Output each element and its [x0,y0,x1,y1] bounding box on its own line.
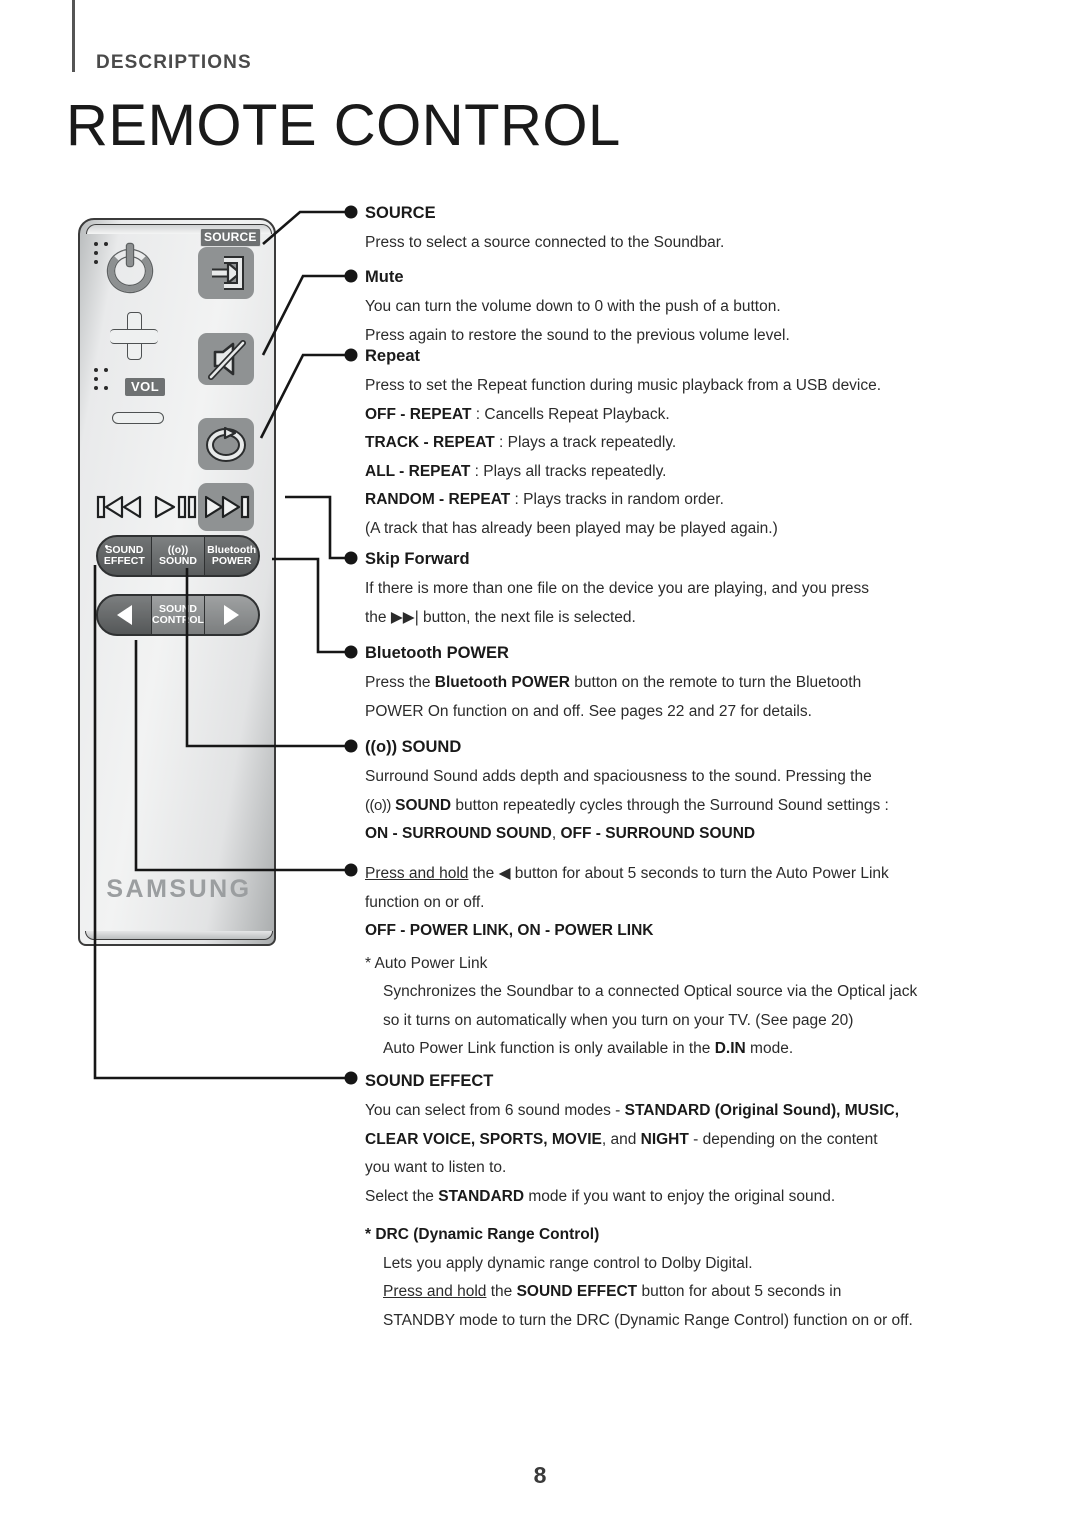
leader-dot-auto-power-link [344,863,358,877]
section-repeat: Repeat Press to set the Repeat function … [365,345,1005,543]
leader-dot-surround-sound [344,739,358,753]
sound-effect-indicator-dot [105,545,108,548]
sound-effect-line-3: you want to listen to. [365,1159,507,1176]
sound-control-key-line2: CONTROL [152,614,204,626]
sound-effect-line-7: Press and hold the SOUND EFFECT button f… [383,1283,842,1300]
source-badge-label: SOURCE [200,228,261,247]
source-key [198,247,254,299]
surround-sound-line-2: ((o)) SOUND button repeatedly cycles thr… [365,796,889,814]
sound-effect-line-2: CLEAR VOICE, SPORTS, MOVIE, and NIGHT - … [365,1130,878,1148]
remote-body: VOL SOURCE SOUND EFFECT ((o)) SOUND Blue… [78,218,276,946]
sound-effect-line-4: Select the STANDARD mode if you want to … [365,1187,836,1205]
mute-icon [208,340,246,380]
repeat-line-1: Press to set the Repeat function during … [365,377,882,394]
header-accent-rule [72,0,75,72]
source-icon [212,256,244,290]
samsung-logo: SAMSUNG [106,875,252,903]
section-sound-effect: SOUND EFFECT You can select from 6 sound… [365,1070,1005,1335]
remote-control-illustration: VOL SOURCE SOUND EFFECT ((o)) SOUND Blue… [78,218,276,958]
play-pause-icon [154,495,197,519]
section-bluetooth-power: Bluetooth POWER Press the Bluetooth POWE… [365,642,1005,726]
sound-control-left-key [98,596,152,634]
dot-cluster-vol-icon [92,368,112,396]
surround-sound-line-1: Surround Sound adds depth and spaciousne… [365,768,872,785]
leader-dot-mute [344,269,358,283]
bluetooth-power-heading: Bluetooth POWER [365,644,509,662]
auto-power-link-line-5: Synchronizes the Soundbar to a connected… [383,983,918,1000]
auto-power-link-line-4: * Auto Power Link [365,954,488,972]
repeat-line-3: TRACK - REPEAT : Plays a track repeatedl… [365,434,677,451]
surround-sound-heading: ((o)) SOUND [365,738,462,756]
skip-forward-line-2: the ▶▶| button, the next file is selecte… [365,608,636,626]
skip-forward-icon [205,495,250,519]
repeat-line-4: ALL - REPEAT : Plays all tracks repeated… [365,462,667,480]
repeat-heading: Repeat [365,347,421,365]
function-button-row-1: SOUND EFFECT ((o)) SOUND Bluetooth POWER [96,535,260,577]
remote-bottom-edge [85,931,273,940]
volume-up-icon [110,312,158,360]
section-source: SOURCE Press to select a source connecte… [365,202,1005,258]
surround-sound-key-line2: SOUND [159,555,197,567]
mute-line-1: You can turn the volume down to 0 with t… [365,298,781,315]
skip-forward-heading: Skip Forward [365,550,470,568]
mute-heading: Mute [365,268,404,286]
sound-effect-line-6: Lets you apply dynamic range control to … [383,1254,753,1272]
auto-power-link-line-7: Auto Power Link function is only availab… [383,1040,794,1057]
sound-control-key: SOUND CONTROL [151,596,206,634]
skip-backward-icon [96,495,142,519]
leader-dot-sound-effect [344,1071,358,1085]
repeat-line-5: RANDOM - REPEAT : Plays tracks in random… [365,491,724,508]
section-skip-forward: Skip Forward If there is more than one f… [365,548,1005,632]
page-number: 8 [533,1462,547,1488]
mute-key [198,333,254,385]
bluetooth-power-key-line2: POWER [211,555,252,567]
surround-sound-line-3: ON - SURROUND SOUND, OFF - SURROUND SOUN… [365,825,756,842]
sound-effect-line-5: * DRC (Dynamic Range Control) [365,1226,600,1243]
leader-dot-bluetooth-power [344,645,358,659]
section-eyebrow: DESCRIPTIONS [96,52,252,73]
power-icon [108,244,156,292]
source-heading: SOURCE [365,204,436,222]
volume-down-icon [112,412,164,424]
leader-dot-source [344,205,358,219]
bluetooth-power-line-2: POWER On function on and off. See pages … [365,702,812,720]
sound-effect-heading: SOUND EFFECT [365,1072,494,1090]
bluetooth-power-line-1: Press the Bluetooth POWER button on the … [365,674,862,691]
section-surround-sound: ((o)) SOUND Surround Sound adds depth an… [365,736,1005,849]
repeat-line-2: OFF - REPEAT : Cancells Repeat Playback. [365,405,670,423]
arrow-left-icon [116,605,132,625]
sound-effect-line-1: You can select from 6 sound modes - STAN… [365,1102,900,1119]
repeat-icon [206,426,246,462]
sound-effect-line-8: STANDBY mode to turn the DRC (Dynamic Ra… [383,1311,913,1329]
sound-effect-key: SOUND EFFECT [98,537,152,575]
auto-power-link-line-6: so it turns on automatically when you tu… [383,1011,854,1029]
section-auto-power-link: Press and hold the ◀ button for about 5 … [365,860,1005,1064]
repeat-line-6: (A track that has already been played ma… [365,519,778,537]
sound-effect-key-line2: EFFECT [103,555,145,567]
auto-power-link-line-2: function on or off. [365,893,485,911]
page-title: REMOTE CONTROL [66,93,621,158]
section-mute: Mute You can turn the volume down to 0 w… [365,266,1005,350]
bluetooth-power-key: Bluetooth POWER [205,537,258,575]
skip-forward-line-1: If there is more than one file on the de… [365,580,870,597]
repeat-key [198,418,254,470]
surround-sound-key: ((o)) SOUND [152,537,206,575]
function-button-row-2: SOUND CONTROL [96,594,260,636]
vol-label: VOL [125,378,166,396]
leader-dot-repeat [344,348,358,362]
source-line-1: Press to select a source connected to th… [365,234,725,251]
sound-control-right-key [205,596,258,634]
transport-row [80,483,278,531]
arrow-right-icon [224,605,240,625]
auto-power-link-line-3: OFF - POWER LINK, ON - POWER LINK [365,922,654,939]
leader-dot-skip-forward [344,551,358,565]
auto-power-link-line-1: Press and hold the ◀ button for about 5 … [365,865,889,882]
